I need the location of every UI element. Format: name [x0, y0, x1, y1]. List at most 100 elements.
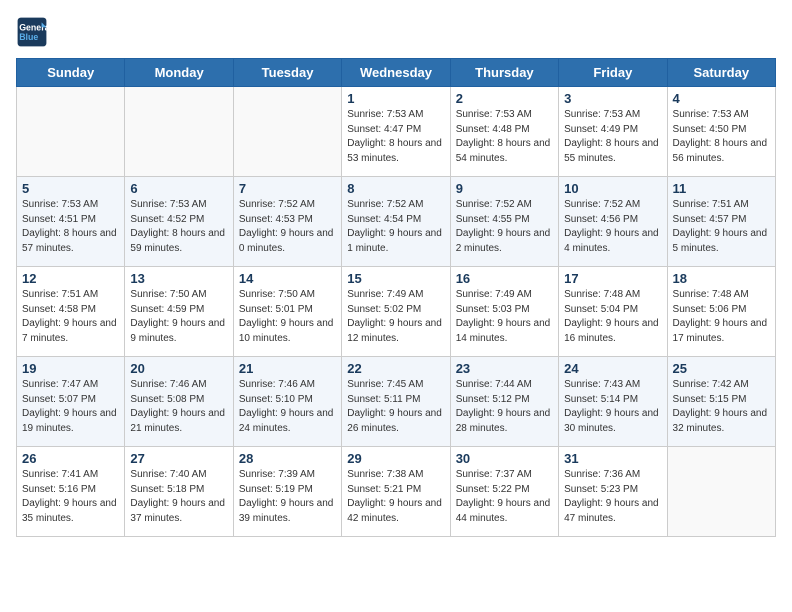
day-info: Sunrise: 7:53 AM Sunset: 4:51 PM Dayligh…	[22, 198, 119, 256]
svg-text:General: General	[19, 22, 48, 32]
weekday-header: Wednesday	[342, 59, 450, 87]
header: General Blue	[16, 16, 776, 48]
day-number: 3	[564, 91, 661, 106]
day-number: 4	[673, 91, 770, 106]
calendar-cell: 30 Sunrise: 7:37 AM Sunset: 5:22 PM Dayli…	[450, 447, 558, 537]
calendar-cell: 17 Sunrise: 7:48 AM Sunset: 5:04 PM Dayli…	[559, 267, 667, 357]
day-number: 19	[22, 361, 119, 376]
calendar-cell: 25 Sunrise: 7:42 AM Sunset: 5:15 PM Dayli…	[667, 357, 775, 447]
day-number: 10	[564, 181, 661, 196]
day-info: Sunrise: 7:53 AM Sunset: 4:48 PM Dayligh…	[456, 108, 553, 166]
day-number: 12	[22, 271, 119, 286]
calendar-cell: 2 Sunrise: 7:53 AM Sunset: 4:48 PM Daylig…	[450, 87, 558, 177]
day-number: 21	[239, 361, 336, 376]
weekday-header: Monday	[125, 59, 233, 87]
calendar-cell	[17, 87, 125, 177]
day-number: 13	[130, 271, 227, 286]
day-number: 2	[456, 91, 553, 106]
day-info: Sunrise: 7:51 AM Sunset: 4:57 PM Dayligh…	[673, 198, 770, 256]
calendar-cell	[667, 447, 775, 537]
calendar-cell: 8 Sunrise: 7:52 AM Sunset: 4:54 PM Daylig…	[342, 177, 450, 267]
day-number: 30	[456, 451, 553, 466]
day-info: Sunrise: 7:45 AM Sunset: 5:11 PM Dayligh…	[347, 378, 444, 436]
day-info: Sunrise: 7:53 AM Sunset: 4:49 PM Dayligh…	[564, 108, 661, 166]
day-number: 6	[130, 181, 227, 196]
day-number: 16	[456, 271, 553, 286]
day-number: 31	[564, 451, 661, 466]
day-info: Sunrise: 7:51 AM Sunset: 4:58 PM Dayligh…	[22, 288, 119, 346]
calendar-cell: 23 Sunrise: 7:44 AM Sunset: 5:12 PM Dayli…	[450, 357, 558, 447]
day-number: 8	[347, 181, 444, 196]
day-info: Sunrise: 7:50 AM Sunset: 4:59 PM Dayligh…	[130, 288, 227, 346]
day-number: 15	[347, 271, 444, 286]
day-number: 18	[673, 271, 770, 286]
logo-icon: General Blue	[16, 16, 48, 48]
day-info: Sunrise: 7:53 AM Sunset: 4:47 PM Dayligh…	[347, 108, 444, 166]
day-info: Sunrise: 7:52 AM Sunset: 4:56 PM Dayligh…	[564, 198, 661, 256]
calendar-cell: 22 Sunrise: 7:45 AM Sunset: 5:11 PM Dayli…	[342, 357, 450, 447]
day-number: 14	[239, 271, 336, 286]
calendar-cell: 21 Sunrise: 7:46 AM Sunset: 5:10 PM Dayli…	[233, 357, 341, 447]
day-number: 5	[22, 181, 119, 196]
calendar-table: SundayMondayTuesdayWednesdayThursdayFrid…	[16, 58, 776, 537]
day-info: Sunrise: 7:44 AM Sunset: 5:12 PM Dayligh…	[456, 378, 553, 436]
day-number: 29	[347, 451, 444, 466]
weekday-header: Friday	[559, 59, 667, 87]
weekday-header: Thursday	[450, 59, 558, 87]
calendar-cell: 20 Sunrise: 7:46 AM Sunset: 5:08 PM Dayli…	[125, 357, 233, 447]
calendar-cell: 6 Sunrise: 7:53 AM Sunset: 4:52 PM Daylig…	[125, 177, 233, 267]
day-info: Sunrise: 7:40 AM Sunset: 5:18 PM Dayligh…	[130, 468, 227, 526]
day-info: Sunrise: 7:52 AM Sunset: 4:54 PM Dayligh…	[347, 198, 444, 256]
day-info: Sunrise: 7:49 AM Sunset: 5:02 PM Dayligh…	[347, 288, 444, 346]
calendar-cell: 4Sunrise: 7:53 AM Sunset: 4:50 PM Daylig…	[667, 87, 775, 177]
calendar-header: SundayMondayTuesdayWednesdayThursdayFrid…	[17, 59, 776, 87]
weekday-header: Tuesday	[233, 59, 341, 87]
calendar-cell: 10 Sunrise: 7:52 AM Sunset: 4:56 PM Dayli…	[559, 177, 667, 267]
day-number: 7	[239, 181, 336, 196]
calendar-cell: 14Sunrise: 7:50 AM Sunset: 5:01 PM Dayli…	[233, 267, 341, 357]
calendar-cell: 27Sunrise: 7:40 AM Sunset: 5:18 PM Dayli…	[125, 447, 233, 537]
day-info: Sunrise: 7:46 AM Sunset: 5:10 PM Dayligh…	[239, 378, 336, 436]
day-number: 20	[130, 361, 227, 376]
day-number: 23	[456, 361, 553, 376]
calendar-cell: 19Sunrise: 7:47 AM Sunset: 5:07 PM Dayli…	[17, 357, 125, 447]
day-number: 28	[239, 451, 336, 466]
calendar-cell	[125, 87, 233, 177]
calendar-cell: 31Sunrise: 7:36 AM Sunset: 5:23 PM Dayli…	[559, 447, 667, 537]
weekday-header: Sunday	[17, 59, 125, 87]
day-info: Sunrise: 7:43 AM Sunset: 5:14 PM Dayligh…	[564, 378, 661, 436]
svg-text:Blue: Blue	[19, 32, 38, 42]
day-number: 17	[564, 271, 661, 286]
day-info: Sunrise: 7:48 AM Sunset: 5:06 PM Dayligh…	[673, 288, 770, 346]
calendar-cell: 18 Sunrise: 7:48 AM Sunset: 5:06 PM Dayli…	[667, 267, 775, 357]
day-number: 22	[347, 361, 444, 376]
day-number: 24	[564, 361, 661, 376]
day-info: Sunrise: 7:37 AM Sunset: 5:22 PM Dayligh…	[456, 468, 553, 526]
day-number: 25	[673, 361, 770, 376]
day-info: Sunrise: 7:49 AM Sunset: 5:03 PM Dayligh…	[456, 288, 553, 346]
day-info: Sunrise: 7:48 AM Sunset: 5:04 PM Dayligh…	[564, 288, 661, 346]
day-number: 26	[22, 451, 119, 466]
day-number: 9	[456, 181, 553, 196]
calendar-cell: 3 Sunrise: 7:53 AM Sunset: 4:49 PM Daylig…	[559, 87, 667, 177]
day-info: Sunrise: 7:39 AM Sunset: 5:19 PM Dayligh…	[239, 468, 336, 526]
day-info: Sunrise: 7:52 AM Sunset: 4:53 PM Dayligh…	[239, 198, 336, 256]
day-info: Sunrise: 7:38 AM Sunset: 5:21 PM Dayligh…	[347, 468, 444, 526]
day-info: Sunrise: 7:53 AM Sunset: 4:52 PM Dayligh…	[130, 198, 227, 256]
calendar-cell: 13 Sunrise: 7:50 AM Sunset: 4:59 PM Dayli…	[125, 267, 233, 357]
day-info: Sunrise: 7:41 AM Sunset: 5:16 PM Dayligh…	[22, 468, 119, 526]
calendar-cell: 9Sunrise: 7:52 AM Sunset: 4:55 PM Daylig…	[450, 177, 558, 267]
weekday-header: Saturday	[667, 59, 775, 87]
day-info: Sunrise: 7:46 AM Sunset: 5:08 PM Dayligh…	[130, 378, 227, 436]
day-number: 1	[347, 91, 444, 106]
calendar-cell	[233, 87, 341, 177]
calendar-cell: 1 Sunrise: 7:53 AM Sunset: 4:47 PM Daylig…	[342, 87, 450, 177]
calendar-cell: 15 Sunrise: 7:49 AM Sunset: 5:02 PM Dayli…	[342, 267, 450, 357]
day-info: Sunrise: 7:42 AM Sunset: 5:15 PM Dayligh…	[673, 378, 770, 436]
calendar-cell: 28 Sunrise: 7:39 AM Sunset: 5:19 PM Dayli…	[233, 447, 341, 537]
calendar-cell: 29 Sunrise: 7:38 AM Sunset: 5:21 PM Dayli…	[342, 447, 450, 537]
calendar-cell: 11 Sunrise: 7:51 AM Sunset: 4:57 PM Dayli…	[667, 177, 775, 267]
calendar-cell: 7 Sunrise: 7:52 AM Sunset: 4:53 PM Daylig…	[233, 177, 341, 267]
calendar-cell: 12 Sunrise: 7:51 AM Sunset: 4:58 PM Dayli…	[17, 267, 125, 357]
day-number: 11	[673, 181, 770, 196]
